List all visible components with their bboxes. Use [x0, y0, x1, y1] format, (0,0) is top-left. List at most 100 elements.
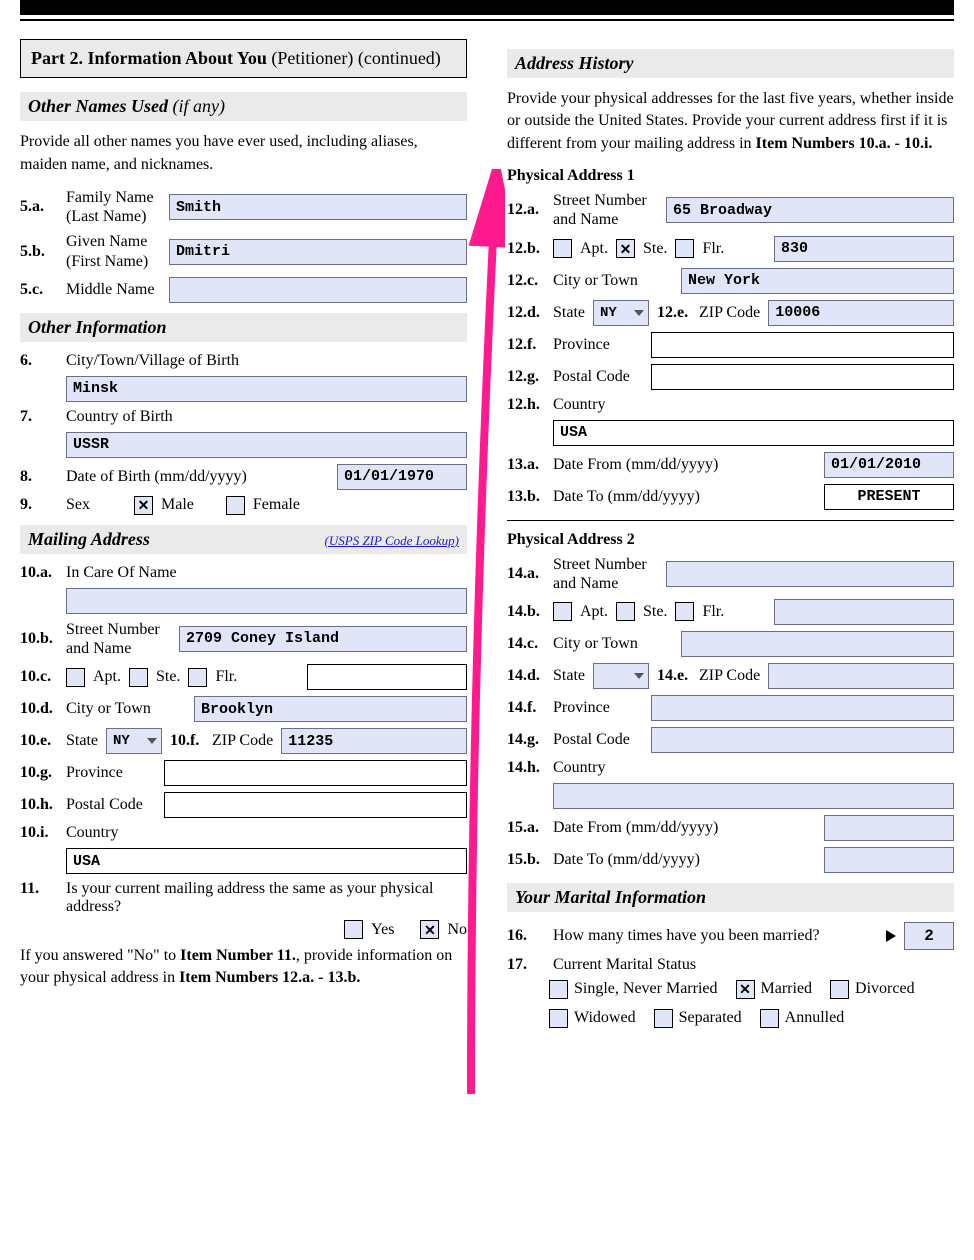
label-middle-name: Middle Name — [66, 281, 161, 299]
num-17: 17. — [507, 956, 545, 974]
field-p1-date-to[interactable]: PRESENT — [824, 484, 954, 510]
label-male: Male — [161, 496, 194, 514]
checkbox-widowed[interactable] — [549, 1009, 568, 1028]
checkbox-ste[interactable] — [129, 668, 148, 687]
field-p1-zip[interactable]: 10006 — [768, 300, 954, 326]
label-province: Province — [66, 764, 156, 782]
label-widowed: Widowed — [574, 1009, 636, 1027]
field-mailing-province[interactable] — [164, 760, 467, 786]
dropdown-p1-state[interactable]: NY — [593, 300, 649, 326]
field-p1-street[interactable]: 65 Broadway — [666, 197, 954, 223]
dropdown-p2-state[interactable] — [593, 663, 649, 689]
field-mailing-postal[interactable] — [164, 792, 467, 818]
field-p2-city[interactable] — [681, 631, 954, 657]
checkbox-separated[interactable] — [654, 1009, 673, 1028]
section-title-suffix: (if any) — [168, 96, 225, 116]
num-10a: 10.a. — [20, 564, 58, 582]
label-city: City or Town — [66, 700, 186, 718]
field-middle-name[interactable] — [169, 277, 467, 303]
chevron-down-icon — [634, 673, 644, 679]
label-postal: Postal Code — [553, 731, 643, 749]
checkbox-p1-apt[interactable] — [553, 239, 572, 258]
field-p2-province[interactable] — [651, 695, 954, 721]
field-p2-postal[interactable] — [651, 727, 954, 753]
part-header-bold: Part 2. Information About You — [31, 48, 267, 68]
label-and-name: and Name — [66, 640, 131, 657]
field-birth-country[interactable]: USSR — [66, 432, 467, 458]
label-yes: Yes — [371, 921, 394, 939]
section-title: Address History — [515, 53, 634, 74]
checkbox-married[interactable] — [736, 980, 755, 999]
q17-text: Current Marital Status — [553, 956, 696, 974]
num-14c: 14.c. — [507, 635, 545, 653]
label-state: State — [66, 732, 98, 750]
field-dob[interactable]: 01/01/1970 — [337, 464, 467, 490]
label-no: No — [447, 921, 467, 939]
label-zip: ZIP Code — [699, 667, 760, 685]
num-8: 8. — [20, 468, 58, 486]
label-single: Single, Never Married — [574, 980, 718, 998]
triangle-icon — [886, 930, 896, 942]
num-10c: 10.c. — [20, 668, 58, 686]
field-mailing-zip[interactable]: 11235 — [281, 728, 467, 754]
label-postal: Postal Code — [553, 368, 643, 386]
field-mailing-country[interactable]: USA — [66, 848, 467, 874]
num-6: 6. — [20, 352, 58, 370]
field-p2-street[interactable] — [666, 561, 954, 587]
field-p2-unit[interactable] — [774, 599, 954, 625]
field-p1-province[interactable] — [651, 332, 954, 358]
section-address-history: Address History — [507, 49, 954, 78]
field-mailing-street[interactable]: 2709 Coney Island — [179, 626, 467, 652]
num-5a: 5.a. — [20, 198, 58, 216]
field-mailing-city[interactable]: Brooklyn — [194, 696, 467, 722]
checkbox-divorced[interactable] — [830, 980, 849, 999]
field-p1-date-from[interactable]: 01/01/2010 — [824, 452, 954, 478]
label-state: State — [553, 304, 585, 322]
label-given-name: Given Name — [66, 233, 147, 250]
field-p2-zip[interactable] — [768, 663, 954, 689]
field-p1-postal[interactable] — [651, 364, 954, 390]
checkbox-q11-no[interactable] — [420, 920, 439, 939]
checkbox-flr[interactable] — [188, 668, 207, 687]
field-given-name[interactable]: Dmitri — [169, 239, 467, 265]
annotation-arrow — [465, 169, 505, 1099]
num-13b: 13.b. — [507, 488, 545, 506]
checkbox-male[interactable] — [134, 496, 153, 515]
checkbox-p2-ste[interactable] — [616, 602, 635, 621]
addr-hist-instr: Provide your physical addresses for the … — [507, 88, 954, 155]
label-date-from: Date From (mm/dd/yyyy) — [553, 819, 816, 837]
label-flr: Flr. — [702, 603, 724, 621]
dropdown-mailing-state[interactable]: NY — [106, 728, 162, 754]
field-times-married[interactable]: 2 — [904, 922, 954, 950]
part-header: Part 2. Information About You (Petitione… — [20, 39, 467, 78]
field-p2-country[interactable] — [553, 783, 954, 809]
field-in-care-of[interactable] — [66, 588, 467, 614]
checkbox-p2-flr[interactable] — [675, 602, 694, 621]
label-last-name: (Last Name) — [66, 208, 146, 225]
checkbox-p2-apt[interactable] — [553, 602, 572, 621]
checkbox-female[interactable] — [226, 496, 245, 515]
label-zip: ZIP Code — [699, 304, 760, 322]
label-state: State — [553, 667, 585, 685]
checkbox-annulled[interactable] — [760, 1009, 779, 1028]
checkbox-p1-flr[interactable] — [675, 239, 694, 258]
checkbox-apt[interactable] — [66, 668, 85, 687]
label-ste: Ste. — [156, 668, 180, 686]
usps-lookup-link[interactable]: (USPS ZIP Code Lookup) — [325, 533, 459, 549]
checkbox-p1-ste[interactable] — [616, 239, 635, 258]
field-p1-city[interactable]: New York — [681, 268, 954, 294]
field-unit[interactable] — [307, 664, 467, 690]
physical-address-2-title: Physical Address 2 — [507, 531, 954, 549]
field-p1-unit[interactable]: 830 — [774, 236, 954, 262]
field-p2-date-from[interactable] — [824, 815, 954, 841]
label-dob: Date of Birth (mm/dd/yyyy) — [66, 468, 329, 486]
field-p1-country[interactable]: USA — [553, 420, 954, 446]
field-p2-date-to[interactable] — [824, 847, 954, 873]
field-family-name[interactable]: Smith — [169, 194, 467, 220]
checkbox-single[interactable] — [549, 980, 568, 999]
checkbox-q11-yes[interactable] — [344, 920, 363, 939]
field-birth-city[interactable]: Minsk — [66, 376, 467, 402]
num-10i: 10.i. — [20, 824, 58, 842]
num-12b: 12.b. — [507, 240, 545, 258]
num-12d: 12.d. — [507, 304, 545, 322]
